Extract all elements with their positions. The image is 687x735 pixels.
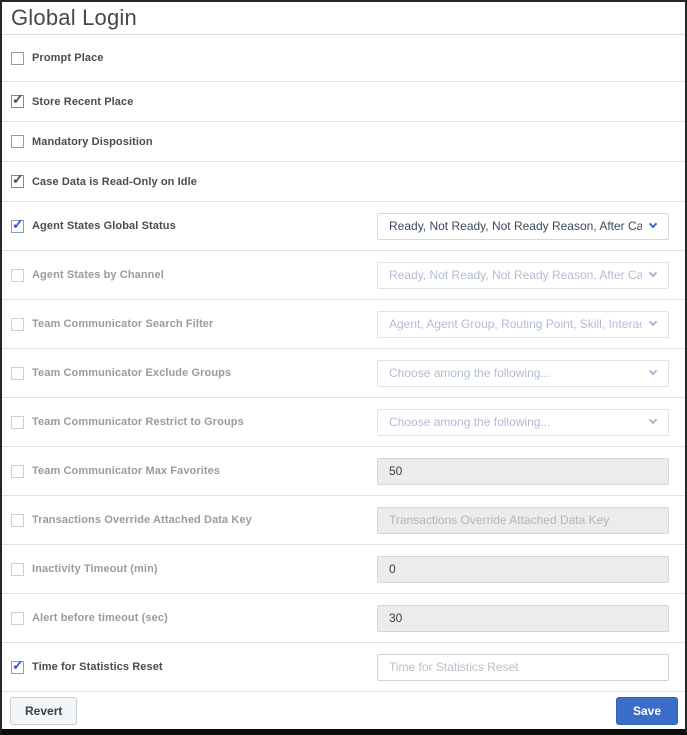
alert-before-timeout-input (377, 604, 669, 632)
setting-row-agent-states-by-channel: Agent States by Channel Ready, Not Ready… (2, 251, 685, 300)
checkbox-store-recent-place[interactable] (11, 91, 24, 108)
setting-row-team-communicator-restrict-to-groups: Team Communicator Restrict to Groups Cho… (2, 398, 685, 447)
setting-row-transactions-override-attached-data-key: Transactions Override Attached Data Key (2, 496, 685, 545)
setting-row-team-communicator-search-filter: Team Communicator Search Filter Agent, A… (2, 300, 685, 349)
page-title: Global Login (11, 5, 137, 30)
chevron-down-icon (648, 317, 658, 327)
setting-label: Time for Statistics Reset (32, 661, 163, 673)
checkbox-time-for-statistics-reset[interactable] (11, 657, 24, 674)
setting-label: Transactions Override Attached Data Key (32, 514, 252, 526)
transactions-override-attached-data-key-input (377, 506, 669, 534)
team-communicator-max-favorites-input (377, 457, 669, 485)
setting-label: Inactivity Timeout (min) (32, 563, 158, 575)
revert-button[interactable]: Revert (10, 696, 78, 725)
setting-label: Mandatory Disposition (32, 135, 153, 148)
setting-label: Agent States Global Status (32, 220, 176, 232)
setting-row-team-communicator-exclude-groups: Team Communicator Exclude Groups Choose … (2, 349, 685, 398)
setting-row-mandatory-disposition: Mandatory Disposition (2, 122, 685, 162)
checkbox-inactivity-timeout[interactable] (11, 562, 24, 576)
checkbox-case-data-read-only[interactable] (11, 171, 24, 188)
setting-row-prompt-place: Prompt Place (2, 35, 685, 82)
setting-row-agent-states-global-status: Agent States Global Status Ready, Not Re… (2, 202, 685, 251)
setting-label: Case Data is Read-Only on Idle (32, 175, 197, 188)
checkbox-team-communicator-max-favorites[interactable] (11, 464, 24, 478)
setting-label: Team Communicator Max Favorites (32, 465, 221, 477)
setting-label: Team Communicator Exclude Groups (32, 367, 232, 379)
checkbox-agent-states-global-status[interactable] (11, 216, 24, 233)
global-login-settings-panel: Global Login Prompt Place Store Recent P… (0, 0, 687, 735)
setting-row-store-recent-place: Store Recent Place (2, 82, 685, 122)
checkbox-team-communicator-search-filter[interactable] (11, 317, 24, 331)
chevron-down-icon (648, 415, 658, 425)
select-value: Agent, Agent Group, Routing Point, Skill… (389, 317, 642, 331)
chevron-down-icon (648, 219, 658, 229)
setting-label: Agent States by Channel (32, 269, 164, 281)
select-value: Choose among the following... (389, 415, 551, 429)
checkbox-alert-before-timeout[interactable] (11, 611, 24, 625)
setting-row-time-for-statistics-reset: Time for Statistics Reset (2, 643, 685, 692)
checkbox-team-communicator-restrict-to-groups[interactable] (11, 415, 24, 429)
team-communicator-search-filter-select: Agent, Agent Group, Routing Point, Skill… (377, 310, 669, 338)
checkbox-agent-states-by-channel[interactable] (11, 268, 24, 282)
setting-label: Team Communicator Search Filter (32, 318, 214, 330)
agent-states-by-channel-select: Ready, Not Ready, Not Ready Reason, Afte… (377, 261, 669, 289)
setting-row-alert-before-timeout: Alert before timeout (sec) (2, 594, 685, 643)
select-value: Ready, Not Ready, Not Ready Reason, Afte… (389, 268, 642, 282)
setting-row-inactivity-timeout: Inactivity Timeout (min) (2, 545, 685, 594)
checkbox-prompt-place[interactable] (11, 51, 24, 65)
inactivity-timeout-input (377, 555, 669, 583)
select-value: Ready, Not Ready, Not Ready Reason, Afte… (389, 219, 642, 233)
time-for-statistics-reset-input[interactable] (377, 653, 669, 681)
setting-label: Alert before timeout (sec) (32, 612, 168, 624)
checkbox-team-communicator-exclude-groups[interactable] (11, 366, 24, 380)
agent-states-global-status-select[interactable]: Ready, Not Ready, Not Ready Reason, Afte… (377, 212, 669, 240)
setting-label: Store Recent Place (32, 95, 134, 108)
select-value: Choose among the following... (389, 366, 551, 380)
chevron-down-icon (648, 268, 658, 278)
team-communicator-exclude-groups-select: Choose among the following... (377, 359, 669, 387)
checkbox-mandatory-disposition[interactable] (11, 135, 24, 148)
chevron-down-icon (648, 366, 658, 376)
page-header: Global Login (2, 2, 685, 35)
footer-actions: Revert Save (2, 692, 685, 729)
setting-label: Team Communicator Restrict to Groups (32, 416, 244, 428)
team-communicator-restrict-to-groups-select: Choose among the following... (377, 408, 669, 436)
save-button[interactable]: Save (615, 696, 678, 725)
checkbox-transactions-override-attached-data-key[interactable] (11, 513, 24, 527)
setting-row-team-communicator-max-favorites: Team Communicator Max Favorites (2, 447, 685, 496)
setting-label: Prompt Place (32, 52, 104, 64)
setting-row-case-data-read-only: Case Data is Read-Only on Idle (2, 162, 685, 202)
